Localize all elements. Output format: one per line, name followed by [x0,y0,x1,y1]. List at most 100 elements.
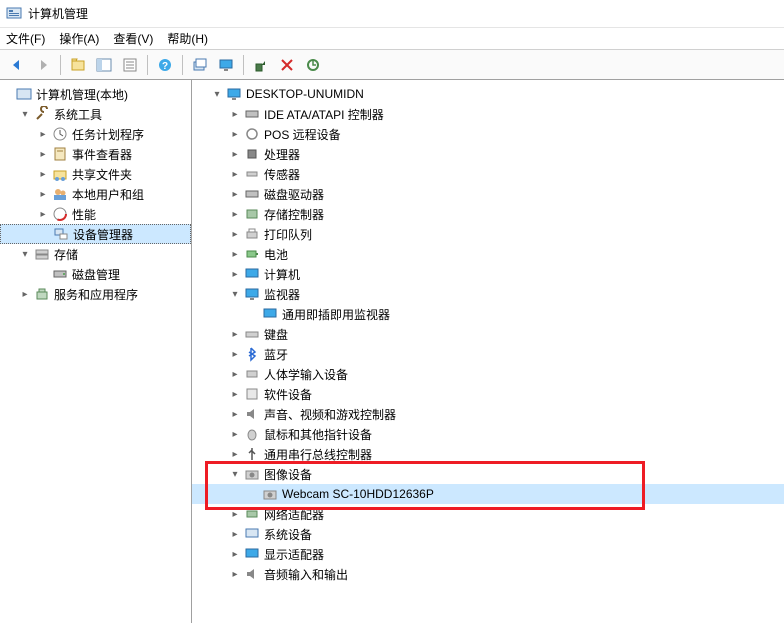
device-pos[interactable]: ▸POS 远程设备 [192,124,784,144]
services-icon [34,286,50,302]
chevron-right-icon[interactable]: ▸ [36,167,50,181]
device-manager-icon [53,226,69,242]
device-display[interactable]: ▸显示适配器 [192,544,784,564]
node-label: 软件设备 [264,386,312,403]
chevron-right-icon[interactable]: ▸ [228,327,242,341]
device-bluetooth[interactable]: ▸蓝牙 [192,344,784,364]
menu-action[interactable]: 操作(A) [59,30,99,47]
chevron-down-icon[interactable]: ▾ [18,107,32,121]
device-imaging[interactable]: ▾图像设备 [192,464,784,484]
device-generic-monitor[interactable]: 通用即插即用监视器 [192,304,784,324]
device-hid[interactable]: ▸人体学输入设备 [192,364,784,384]
tree-node-task-scheduler[interactable]: ▸ 任务计划程序 [0,124,191,144]
menubar: 文件(F) 操作(A) 查看(V) 帮助(H) [0,28,784,50]
chevron-right-icon[interactable]: ▸ [228,407,242,421]
help-button[interactable]: ? [154,54,176,76]
tree-node-event-viewer[interactable]: ▸ 事件查看器 [0,144,191,164]
chevron-right-icon[interactable]: ▸ [228,567,242,581]
chevron-right-icon[interactable]: ▸ [228,427,242,441]
device-computers[interactable]: ▸ 计算机 [192,264,784,284]
chevron-down-icon[interactable]: ▾ [210,87,224,101]
device-sound[interactable]: ▸声音、视频和游戏控制器 [192,404,784,424]
chevron-right-icon[interactable]: ▸ [228,527,242,541]
chevron-right-icon[interactable]: ▸ [228,247,242,261]
monitor-icon [262,306,278,322]
chevron-right-icon[interactable]: ▸ [36,127,50,141]
device-storage-ctrl[interactable]: ▸存储控制器 [192,204,784,224]
monitor-button[interactable] [215,54,237,76]
node-label: 处理器 [264,146,300,163]
device-usb[interactable]: ▸通用串行总线控制器 [192,444,784,464]
tree-node-local-users[interactable]: ▸ 本地用户和组 [0,184,191,204]
tree-node-disk-management[interactable]: 磁盘管理 [0,264,191,284]
chevron-right-icon[interactable]: ▸ [18,287,32,301]
monitor-icon [244,286,260,302]
device-sensors[interactable]: ▸传感器 [192,164,784,184]
tree-node-system-tools[interactable]: ▾ 系统工具 [0,104,191,124]
usb-icon [244,446,260,462]
menu-view[interactable]: 查看(V) [113,30,153,47]
device-disk-drives[interactable]: ▸磁盘驱动器 [192,184,784,204]
properties-button[interactable] [119,54,141,76]
uninstall-button[interactable] [276,54,298,76]
chevron-right-icon[interactable]: ▸ [228,347,242,361]
menu-help[interactable]: 帮助(H) [167,30,208,47]
node-label: 计算机 [264,266,300,283]
device-audio-io[interactable]: ▸音频输入和输出 [192,564,784,584]
device-keyboard[interactable]: ▸键盘 [192,324,784,344]
mouse-icon [244,426,260,442]
menu-file[interactable]: 文件(F) [6,30,45,47]
chevron-right-icon[interactable]: ▸ [228,507,242,521]
device-root[interactable]: ▾ DESKTOP-UNUMIDN [192,84,784,104]
chevron-right-icon[interactable]: ▸ [228,267,242,281]
update-driver-button[interactable] [302,54,324,76]
hid-icon [244,366,260,382]
device-software[interactable]: ▸ 软件设备 [192,384,784,404]
node-label: 设备管理器 [73,226,133,243]
tree-node-performance[interactable]: ▸ 性能 [0,204,191,224]
node-label: 服务和应用程序 [54,286,138,303]
chevron-right-icon[interactable]: ▸ [36,147,50,161]
node-label: 性能 [72,206,96,223]
device-print-queue[interactable]: ▸打印队列 [192,224,784,244]
tree-node-storage[interactable]: ▾ 存储 [0,244,191,264]
device-ide[interactable]: ▸IDE ATA/ATAPI 控制器 [192,104,784,124]
chevron-right-icon[interactable]: ▸ [228,227,242,241]
chevron-right-icon[interactable]: ▸ [36,187,50,201]
device-cpu[interactable]: ▸ 处理器 [192,144,784,164]
device-webcam[interactable]: Webcam SC-10HDD12636P [192,484,784,504]
chevron-right-icon[interactable]: ▸ [228,147,242,161]
up-button[interactable] [67,54,89,76]
chevron-down-icon[interactable]: ▾ [228,467,242,481]
device-system[interactable]: ▸系统设备 [192,524,784,544]
chevron-right-icon[interactable]: ▸ [228,207,242,221]
tree-node-device-manager[interactable]: 设备管理器 [0,224,191,244]
back-button[interactable] [6,54,28,76]
chevron-right-icon[interactable]: ▸ [228,127,242,141]
tree-node-root[interactable]: 计算机管理(本地) [0,84,191,104]
device-mouse[interactable]: ▸鼠标和其他指针设备 [192,424,784,444]
keyboard-icon [244,326,260,342]
node-label: 存储 [54,246,78,263]
show-hide-tree-button[interactable] [93,54,115,76]
chevron-right-icon[interactable]: ▸ [228,387,242,401]
chevron-down-icon[interactable]: ▾ [228,287,242,301]
forward-button[interactable] [32,54,54,76]
device-monitors[interactable]: ▾监视器 [192,284,784,304]
chevron-right-icon[interactable]: ▸ [228,107,242,121]
pos-icon [244,126,260,142]
chevron-right-icon[interactable]: ▸ [228,447,242,461]
toolbar: ? [0,50,784,80]
chevron-down-icon[interactable]: ▾ [18,247,32,261]
chevron-right-icon[interactable]: ▸ [228,167,242,181]
chevron-right-icon[interactable]: ▸ [228,187,242,201]
enable-button[interactable] [250,54,272,76]
device-battery[interactable]: ▸电池 [192,244,784,264]
tree-node-services[interactable]: ▸ 服务和应用程序 [0,284,191,304]
chevron-right-icon[interactable]: ▸ [228,367,242,381]
scan-button[interactable] [189,54,211,76]
tree-node-shared-folders[interactable]: ▸ 共享文件夹 [0,164,191,184]
chevron-right-icon[interactable]: ▸ [228,547,242,561]
device-network[interactable]: ▸网络适配器 [192,504,784,524]
chevron-right-icon[interactable]: ▸ [36,207,50,221]
